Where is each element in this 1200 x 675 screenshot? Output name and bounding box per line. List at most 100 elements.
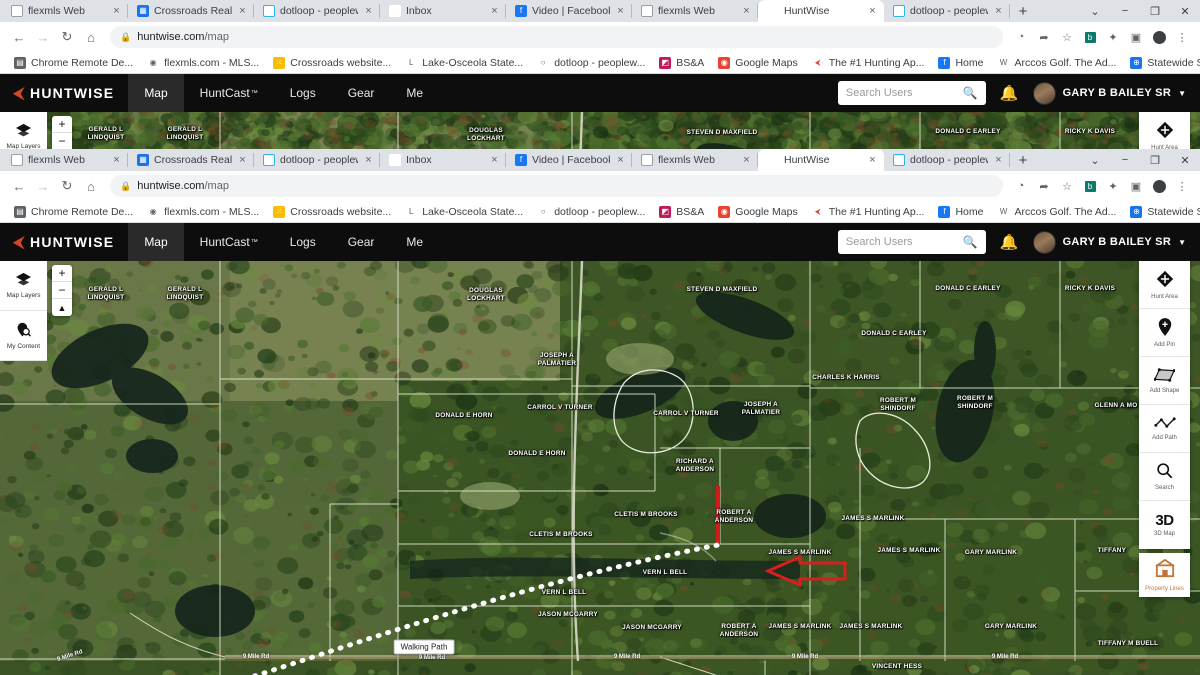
browser-tab[interactable]: ▦ Crossroads Realty of Mich × xyxy=(128,149,254,171)
minimize-button[interactable]: − xyxy=(1110,149,1140,171)
profile-avatar-icon[interactable] xyxy=(1149,176,1169,196)
chevron-down-icon[interactable]: ▼ xyxy=(1178,238,1186,247)
tool-3d-map[interactable]: 3D 3D Map xyxy=(1139,501,1190,549)
user-menu[interactable]: GARY B BAILEY SR ▼ xyxy=(1032,230,1186,254)
rail-map-layers[interactable]: Map Layers xyxy=(0,112,47,149)
tab-close-icon[interactable]: × xyxy=(741,154,752,166)
bookmark-item[interactable]: ◉ flexmls.com - MLS... xyxy=(140,205,266,218)
bookmark-item[interactable]: ▤ Chrome Remote De... xyxy=(7,56,140,69)
bookmark-item[interactable]: ⊕ Statewide Search fo... xyxy=(1123,56,1200,69)
maximize-button[interactable]: ❐ xyxy=(1140,0,1170,22)
compass-button[interactable]: ▲ xyxy=(52,299,72,316)
bookmark-item[interactable]: ⊕ Statewide Search fo... xyxy=(1123,205,1200,218)
address-bar[interactable]: 🔒 huntwise.com/map xyxy=(110,26,1003,48)
extensions-puzzle-icon[interactable]: ✦ xyxy=(1103,27,1123,47)
sidepanel-icon[interactable]: ▣ xyxy=(1126,27,1146,47)
nav-item-huntcast[interactable]: HuntCast ™ xyxy=(184,223,274,261)
reload-button[interactable]: ↻ xyxy=(56,26,78,48)
bookmark-item[interactable]: ◉ flexmls.com - MLS... xyxy=(140,56,266,69)
bookmark-item[interactable]: W Arccos Golf. The Ad... xyxy=(990,56,1123,69)
tab-close-icon[interactable]: × xyxy=(867,5,878,17)
satellite-map[interactable]: GERALD L LINDQUIST GERALD L LINDQUIST DOUG… xyxy=(0,261,1200,675)
browser-tab[interactable]: ◉ flexmls Web × xyxy=(2,0,128,22)
zoom-in-button[interactable]: + xyxy=(52,265,72,282)
nav-item-me[interactable]: Me xyxy=(390,74,439,112)
browser-tab[interactable]: ◉ flexmls Web × xyxy=(632,0,758,22)
browser-tab[interactable]: ◉ flexmls Web × xyxy=(2,149,128,171)
star-icon[interactable]: ☆ xyxy=(1057,176,1077,196)
tool-add-shape[interactable]: Add Shape xyxy=(1139,357,1190,405)
tool-property-lines[interactable]: Property Lines xyxy=(1139,553,1190,597)
forward-button[interactable]: → xyxy=(32,26,54,48)
tab-close-icon[interactable]: × xyxy=(741,5,752,17)
browser-tab[interactable]: ◉ flexmls Web × xyxy=(632,149,758,171)
map-viewport[interactable]: GERALD L LINDQUIST GERALD L LINDQUIST DOUG… xyxy=(0,261,1200,675)
browser-tab[interactable]: ⮜ HuntWise × xyxy=(758,0,884,22)
share-icon[interactable]: ➦ xyxy=(1034,27,1054,47)
star-icon[interactable]: ☆ xyxy=(1057,27,1077,47)
tool-search[interactable]: Search xyxy=(1139,453,1190,501)
browser-tab[interactable]: ▦ Crossroads Realty of Mich × xyxy=(128,0,254,22)
close-window-button[interactable]: ✕ xyxy=(1170,149,1200,171)
bell-icon[interactable]: 🔔 xyxy=(1000,84,1019,102)
tab-close-icon[interactable]: × xyxy=(111,154,122,166)
tab-close-icon[interactable]: × xyxy=(489,154,500,166)
browser-tab[interactable]: ✉ Inbox × xyxy=(380,149,506,171)
rail-my-content[interactable]: My Content xyxy=(0,311,47,361)
bookmark-item[interactable]: f Home xyxy=(931,205,990,218)
bookmark-item[interactable]: ○ dotloop - peoplew... xyxy=(530,205,652,218)
nav-item-logs[interactable]: Logs xyxy=(274,223,332,261)
tab-close-icon[interactable]: × xyxy=(237,154,248,166)
tab-list-icon[interactable]: ⌄ xyxy=(1080,149,1110,171)
extension-bitwarden-icon[interactable]: b xyxy=(1080,27,1100,47)
nav-item-huntcast[interactable]: HuntCast ™ xyxy=(184,74,274,112)
tool-hunt-area[interactable]: Hunt Area xyxy=(1139,112,1190,149)
home-button[interactable]: ⌂ xyxy=(80,175,102,197)
nav-item-logs[interactable]: Logs xyxy=(274,74,332,112)
search-icon[interactable]: 🔍 xyxy=(963,235,978,249)
extensions-puzzle-icon[interactable]: ✦ xyxy=(1103,176,1123,196)
share-icon[interactable]: ➦ xyxy=(1034,176,1054,196)
maximize-button[interactable]: ❐ xyxy=(1140,149,1170,171)
zoom-out-button[interactable]: − xyxy=(52,282,72,299)
tab-close-icon[interactable]: × xyxy=(615,154,626,166)
bookmark-item[interactable]: ◩ BS&A xyxy=(652,56,711,69)
bookmark-item[interactable]: ▤ Chrome Remote De... xyxy=(7,205,140,218)
search-users-input[interactable] xyxy=(845,236,963,248)
extension-bitwarden-icon[interactable]: b xyxy=(1080,176,1100,196)
browser-tab[interactable]: ○ dotloop - peoplework, no × xyxy=(254,0,380,22)
speedometer-icon[interactable]: ◔ xyxy=(1011,176,1031,196)
home-button[interactable]: ⌂ xyxy=(80,26,102,48)
tool-add-path[interactable]: Add Path xyxy=(1139,405,1190,453)
bookmark-item[interactable]: ◉ Google Maps xyxy=(711,56,804,69)
property-lines-panel[interactable]: Property Lines xyxy=(1139,553,1190,597)
chrome-menu-icon[interactable]: ⋮ xyxy=(1172,27,1192,47)
new-tab-button[interactable]: + xyxy=(1010,0,1036,22)
zoom-in-button[interactable]: + xyxy=(52,116,72,133)
bell-icon[interactable]: 🔔 xyxy=(1000,233,1019,251)
browser-tab[interactable]: ○ dotloop - peoplework, no × xyxy=(884,149,1010,171)
reload-button[interactable]: ↻ xyxy=(56,175,78,197)
bookmark-item[interactable]: L Lake-Osceola State... xyxy=(398,56,530,69)
address-bar[interactable]: 🔒 huntwise.com/map xyxy=(110,175,1003,197)
tab-close-icon[interactable]: × xyxy=(615,5,626,17)
nav-item-gear[interactable]: Gear xyxy=(332,223,391,261)
huntwise-logo[interactable]: ⮞ HUNTWISE xyxy=(0,234,128,251)
walking-path-label[interactable]: Walking Path xyxy=(393,639,455,655)
tab-close-icon[interactable]: × xyxy=(363,5,374,17)
speedometer-icon[interactable]: ◔ xyxy=(1011,27,1031,47)
tab-close-icon[interactable]: × xyxy=(867,154,878,166)
tab-close-icon[interactable]: × xyxy=(363,154,374,166)
map-zoom-control[interactable]: + − ▲ xyxy=(52,265,72,316)
back-button[interactable]: ← xyxy=(8,175,30,197)
nav-item-gear[interactable]: Gear xyxy=(332,74,391,112)
chevron-down-icon[interactable]: ▼ xyxy=(1178,89,1186,98)
tool-add-pin[interactable]: Add Pin xyxy=(1139,309,1190,357)
bookmark-item[interactable]: ⮜ The #1 Hunting Ap... xyxy=(805,57,932,69)
browser-tab[interactable]: ✉ Inbox × xyxy=(380,0,506,22)
zoom-out-button[interactable]: − xyxy=(52,133,72,149)
bookmark-item[interactable]: ◉ Google Maps xyxy=(711,205,804,218)
search-users-box[interactable]: 🔍 xyxy=(837,81,986,105)
search-icon[interactable]: 🔍 xyxy=(963,86,978,100)
browser-tab[interactable]: ○ dotloop - peoplework, no × xyxy=(254,149,380,171)
